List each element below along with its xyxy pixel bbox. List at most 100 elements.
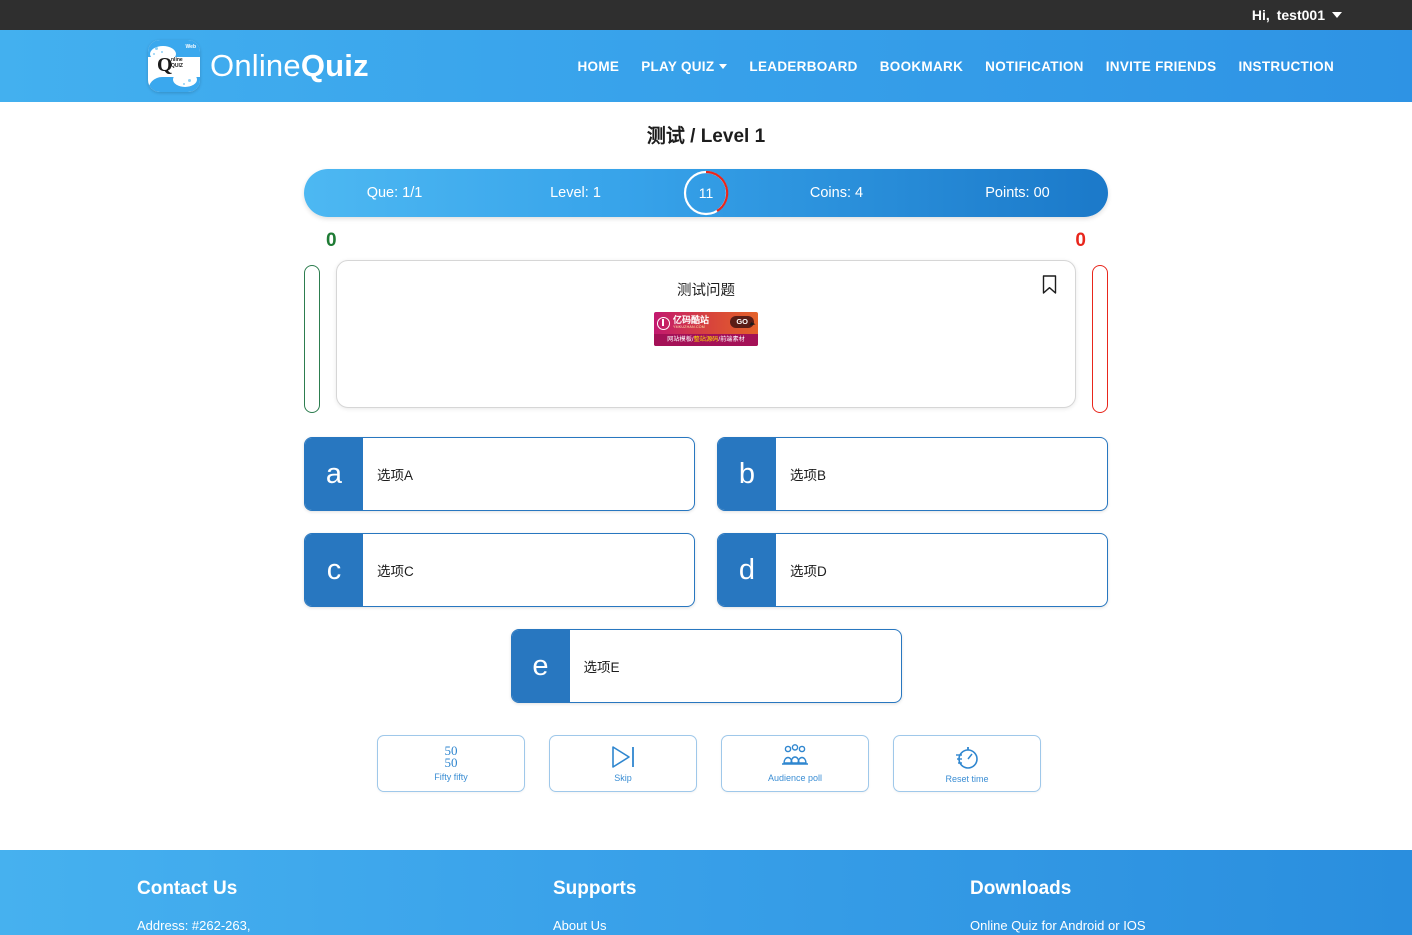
main-navbar: Q nline QUIZ Web OnlineQuiz HOME PLAY QUI… bbox=[0, 30, 1412, 102]
question-text: 测试问题 bbox=[677, 283, 735, 299]
answer-options-row-e: e 选项E bbox=[304, 629, 1108, 703]
audience-poll-icon bbox=[778, 744, 812, 770]
nav-item-label: LEADERBOARD bbox=[749, 58, 858, 74]
wrong-progress-tube bbox=[1092, 265, 1108, 413]
nav-item-invite-friends[interactable]: INVITE FRIENDS bbox=[1106, 59, 1217, 74]
status-points: Points: 00 bbox=[985, 185, 1050, 201]
status-level: Level: 1 bbox=[550, 185, 601, 201]
nav-item-leaderboard[interactable]: LEADERBOARD bbox=[749, 59, 857, 74]
user-name: test001 bbox=[1276, 7, 1325, 23]
correct-answer-count: 0 bbox=[326, 230, 337, 251]
score-row: 0 0 bbox=[304, 231, 1108, 250]
page-title-category: 测试 bbox=[646, 126, 685, 147]
option-letter: d bbox=[718, 534, 776, 606]
option-letter: c bbox=[305, 534, 363, 606]
option-text: 选项A bbox=[377, 468, 414, 483]
lifeline-audience-poll[interactable]: Audience poll bbox=[721, 735, 869, 792]
fifty-fifty-bottom: 50 bbox=[444, 755, 458, 770]
lifeline-fifty-fifty[interactable]: 50 50 Fifty fifty bbox=[377, 735, 525, 792]
nav-item-play-quiz[interactable]: PLAY QUIZ bbox=[641, 58, 728, 74]
footer-link-about-us[interactable]: About Us bbox=[553, 918, 970, 933]
option-letter: e bbox=[511, 630, 570, 702]
option-letter: a bbox=[305, 438, 363, 510]
banner-logo-icon bbox=[657, 316, 670, 330]
chevron-down-icon bbox=[1332, 12, 1342, 18]
quiz-area: 0 0 测试问题 亿码酷站 YMKUZHAN.COM GO 网站模板/ 整站源码… bbox=[304, 231, 1108, 413]
nav-item-home[interactable]: HOME bbox=[577, 59, 619, 74]
question-image[interactable]: 亿码酷站 YMKUZHAN.COM GO 网站模板/ 整站源码 /前端素材 bbox=[654, 312, 758, 346]
lifeline-label: Fifty fifty bbox=[434, 771, 468, 782]
banner-tag-3: /前端素材 bbox=[718, 335, 745, 343]
page-title: 测试 / Level 1 bbox=[0, 121, 1412, 148]
footer-column-supports: Supports About Us bbox=[553, 878, 970, 933]
brand-logo-link[interactable]: Q nline QUIZ Web OnlineQuiz bbox=[148, 40, 369, 92]
skip-icon bbox=[608, 744, 638, 770]
lifeline-label: Audience poll bbox=[767, 773, 823, 783]
status-coins: Coins: 4 bbox=[809, 185, 864, 201]
brand-name-light: Online bbox=[210, 48, 301, 83]
banner-tag-1: 网站模板/ bbox=[667, 335, 694, 343]
bookmark-icon[interactable] bbox=[1042, 275, 1057, 295]
reset-time-icon bbox=[952, 743, 982, 771]
onlinequiz-logo-icon: Q nline QUIZ Web bbox=[148, 40, 200, 92]
answer-option-b[interactable]: b 选项B bbox=[717, 437, 1108, 511]
lifeline-label: Skip bbox=[614, 773, 632, 783]
footer-column-title: Contact Us bbox=[137, 878, 238, 899]
answer-option-d[interactable]: d 选项D bbox=[717, 533, 1108, 607]
nav-item-notification[interactable]: NOTIFICATION bbox=[985, 59, 1084, 74]
brand-name-bold: Quiz bbox=[300, 48, 369, 83]
nav-item-label: PLAY QUIZ bbox=[641, 58, 715, 74]
user-menu[interactable]: Hi, test001 bbox=[1252, 7, 1342, 23]
nav-links: HOME PLAY QUIZ LEADERBOARD BOOKMARK NOTI… bbox=[577, 59, 1334, 74]
lifeline-skip[interactable]: Skip bbox=[549, 735, 697, 792]
logo-web-badge: Web bbox=[185, 44, 196, 50]
logo-subtext: nline QUIZ bbox=[171, 57, 183, 69]
brand-name: OnlineQuiz bbox=[210, 48, 369, 84]
lifeline-buttons: 50 50 Fifty fifty Skip Audience poll Res… bbox=[304, 735, 1108, 792]
footer-column-title: Downloads bbox=[970, 878, 1072, 899]
question-image-wrap: 亿码酷站 YMKUZHAN.COM GO 网站模板/ 整站源码 /前端素材 bbox=[357, 312, 1055, 346]
option-text: 选项C bbox=[377, 564, 414, 579]
nav-item-label: HOME bbox=[577, 58, 620, 74]
wrong-answer-count: 0 bbox=[1075, 230, 1086, 251]
quiz-status-bar-wrapper: Que: 1/1 Level: 1 Coins: 4 Points: 00 11 bbox=[304, 169, 1108, 217]
option-text: 选项E bbox=[583, 660, 620, 675]
status-question-count: Que: 1/1 bbox=[366, 185, 423, 201]
countdown-timer: 11 bbox=[682, 169, 730, 217]
answer-options: a 选项A b 选项B c 选项C d 选项D bbox=[304, 437, 1108, 607]
answer-option-c[interactable]: c 选项C bbox=[304, 533, 695, 607]
answer-option-a[interactable]: a 选项A bbox=[304, 437, 695, 511]
option-text: 选项B bbox=[790, 468, 827, 483]
correct-progress-tube bbox=[304, 265, 320, 413]
banner-brand-cn: 亿码酷站 bbox=[673, 314, 710, 325]
user-greeting: Hi, bbox=[1251, 7, 1270, 23]
nav-item-instruction[interactable]: INSTRUCTION bbox=[1238, 59, 1334, 74]
nav-item-label: INVITE FRIENDS bbox=[1105, 58, 1217, 74]
top-utility-bar: Hi, test001 bbox=[0, 0, 1412, 30]
footer-address: Address: #262-263, bbox=[137, 918, 251, 933]
page-title-level: Level 1 bbox=[700, 126, 766, 147]
footer-link-download-app[interactable]: Online Quiz for Android or IOS bbox=[970, 918, 1276, 933]
option-letter: b bbox=[718, 438, 776, 510]
bookmark-glyph-icon bbox=[1042, 275, 1057, 294]
question-card: 测试问题 亿码酷站 YMKUZHAN.COM GO 网站模板/ 整站源码 /前端… bbox=[336, 260, 1076, 408]
nav-item-bookmark[interactable]: BOOKMARK bbox=[880, 59, 963, 74]
footer-column-downloads: Downloads Online Quiz for Android or IOS bbox=[970, 878, 1276, 933]
question-card-row: 测试问题 亿码酷站 YMKUZHAN.COM GO 网站模板/ 整站源码 /前端… bbox=[304, 260, 1108, 413]
nav-item-label: NOTIFICATION bbox=[985, 58, 1084, 74]
answer-option-e[interactable]: e 选项E bbox=[510, 629, 902, 703]
fifty-fifty-icon: 50 50 bbox=[444, 744, 458, 770]
banner-brand-url: YMKUZHAN.COM bbox=[673, 325, 705, 330]
banner-tag-2: 整站源码 bbox=[693, 335, 719, 343]
lifeline-reset-time[interactable]: Reset time bbox=[893, 735, 1041, 792]
footer-column-title: Supports bbox=[553, 878, 637, 899]
option-text: 选项D bbox=[790, 564, 827, 579]
lifeline-label: Reset time bbox=[945, 774, 989, 784]
footer-column-contact: Contact Us Address: #262-263, bbox=[136, 878, 553, 933]
chevron-down-icon bbox=[719, 63, 728, 69]
site-footer: Contact Us Address: #262-263, Supports A… bbox=[0, 850, 1412, 935]
page-title-separator: / bbox=[690, 126, 696, 147]
timer-value: 11 bbox=[698, 185, 714, 201]
nav-item-label: BOOKMARK bbox=[879, 58, 964, 74]
nav-item-label: INSTRUCTION bbox=[1238, 58, 1334, 74]
